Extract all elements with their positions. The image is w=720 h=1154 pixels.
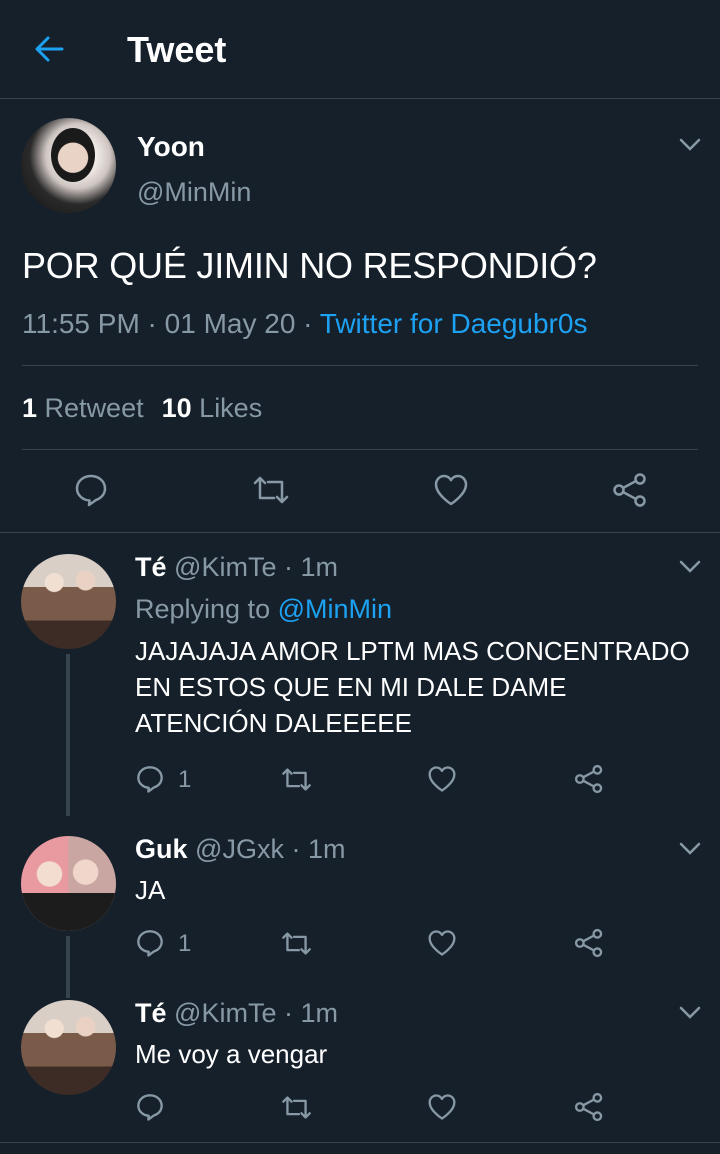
share-icon[interactable] [612, 472, 648, 508]
divider [0, 1142, 720, 1143]
tweet-meta: 11:55 PM · 01 May 20 · Twitter for Daegu… [22, 308, 587, 340]
top-bar: Tweet [0, 0, 720, 99]
reply-tweet[interactable]: Té @KimTe · 1m Me voy a vengar [0, 980, 720, 1144]
like-label[interactable]: Likes [199, 393, 262, 423]
replying-to-mention[interactable]: @MinMin [278, 594, 392, 624]
retweet-label[interactable]: Retweet [45, 393, 144, 423]
retweet-icon[interactable] [280, 1094, 313, 1121]
author-name[interactable]: Guk [135, 834, 188, 864]
replying-label: Replying to [135, 594, 278, 624]
tweet-source-link[interactable]: Twitter for Daegubr0s [320, 308, 588, 339]
author-handle[interactable]: @KimTe [174, 998, 276, 1028]
reply-actions: 1 [0, 928, 720, 960]
reply-header: Guk @JGxk · 1m [135, 834, 345, 865]
reply-icon[interactable] [73, 472, 109, 508]
chevron-down-icon[interactable] [679, 560, 701, 574]
retweet-icon[interactable] [251, 474, 291, 506]
author-name[interactable]: Té [135, 998, 167, 1028]
like-icon[interactable] [433, 473, 469, 507]
reply-time: · 1m [283, 998, 338, 1028]
avatar[interactable] [21, 836, 116, 931]
retweet-icon[interactable] [280, 930, 313, 957]
avatar[interactable] [21, 554, 116, 649]
like-icon[interactable] [427, 765, 457, 793]
reply-actions: 1 [0, 764, 720, 796]
reply-icon[interactable] [135, 1092, 165, 1122]
reply-text: JAJAJAJA AMOR LPTM MAS CONCENTRADO EN ES… [135, 636, 690, 738]
page-title: Tweet [127, 29, 227, 70]
avatar[interactable] [21, 1000, 116, 1095]
author-handle[interactable]: @MinMin [137, 177, 251, 208]
reply-icon[interactable] [135, 764, 165, 794]
chevron-down-icon[interactable] [679, 138, 701, 152]
tweet-stats: 1 Retweet 10 Likes [22, 393, 262, 424]
reply-actions [0, 1092, 720, 1124]
chevron-down-icon[interactable] [679, 842, 701, 856]
replying-to: Replying to @MinMin [135, 594, 392, 625]
tweet-text: POR QUÉ JIMIN NO RESPONDIÓ? [22, 245, 597, 286]
share-icon[interactable] [574, 764, 604, 794]
reply-time: · 1m [283, 552, 338, 582]
share-icon[interactable] [574, 928, 604, 958]
like-icon[interactable] [427, 1093, 457, 1121]
reply-header: Té @KimTe · 1m [135, 998, 338, 1029]
reply-header: Té @KimTe · 1m [135, 552, 338, 583]
reply-tweet[interactable]: Té @KimTe · 1m Replying to @MinMin JAJAJ… [0, 534, 720, 816]
author-handle[interactable]: @JGxk [195, 834, 284, 864]
tweet-actions [0, 470, 720, 512]
reply-count: 1 [178, 766, 192, 793]
main-tweet: Yoon @MinMin POR QUÉ JIMIN NO RESPONDIÓ?… [0, 100, 720, 533]
reply-text: Me voy a vengar [135, 1039, 328, 1069]
tweet-timestamp: 11:55 PM · 01 May 20 · [22, 308, 320, 339]
like-icon[interactable] [427, 929, 457, 957]
reply-icon[interactable] [135, 928, 165, 958]
author-name[interactable]: Yoon [137, 131, 205, 163]
like-count[interactable]: 10 [162, 393, 192, 423]
divider [22, 365, 698, 366]
reply-tweet[interactable]: Guk @JGxk · 1m JA 1 [0, 816, 720, 998]
author-name[interactable]: Té [135, 552, 167, 582]
divider [22, 449, 698, 450]
avatar[interactable] [21, 118, 116, 213]
back-arrow-icon[interactable] [32, 32, 66, 66]
chevron-down-icon[interactable] [679, 1006, 701, 1020]
share-icon[interactable] [574, 1092, 604, 1122]
retweet-count[interactable]: 1 [22, 393, 37, 423]
reply-time: · 1m [291, 834, 346, 864]
reply-text: JA [135, 875, 166, 905]
reply-count: 1 [178, 930, 192, 957]
author-handle[interactable]: @KimTe [174, 552, 276, 582]
retweet-icon[interactable] [280, 766, 313, 793]
